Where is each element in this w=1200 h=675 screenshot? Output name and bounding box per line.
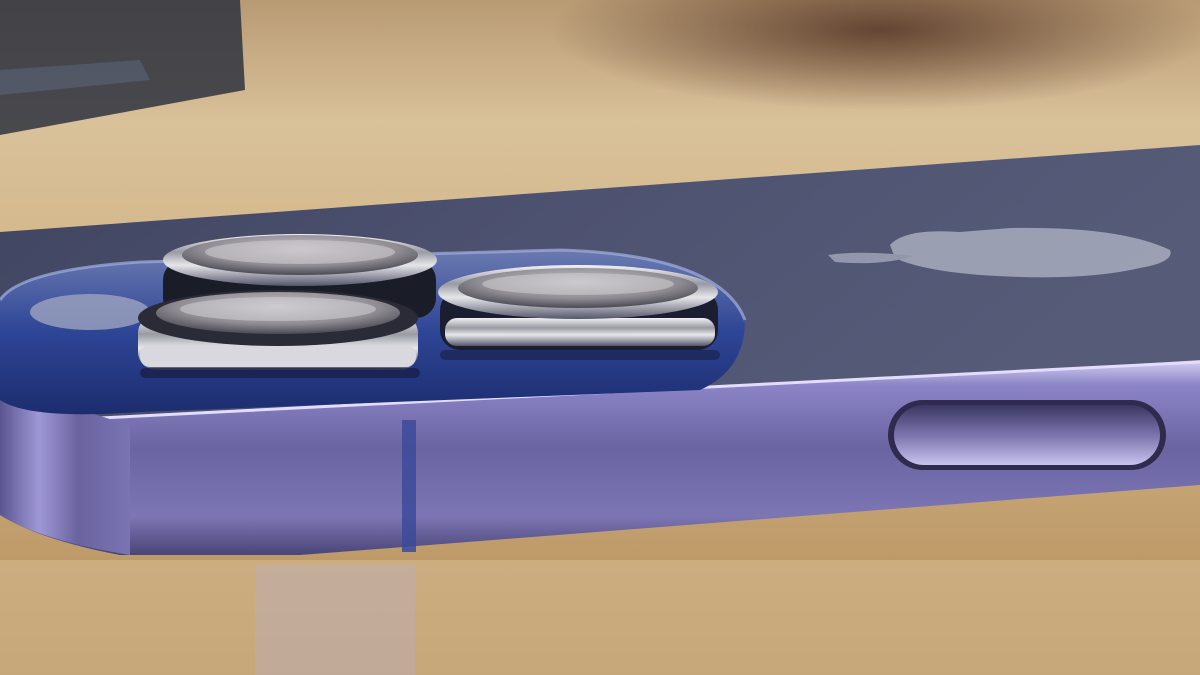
side-button-icon (888, 400, 1166, 470)
flash-icon (30, 294, 150, 330)
lens-shadow (140, 368, 420, 378)
camera-lens-wide (138, 290, 418, 370)
photo-scene (0, 0, 1200, 675)
frame-reflection (255, 565, 415, 675)
photo-canvas (0, 0, 1200, 675)
lens-shadow (440, 350, 720, 360)
antenna-band (402, 420, 416, 552)
table-reflection (0, 560, 1200, 675)
camera-lens-telephoto (438, 265, 718, 350)
